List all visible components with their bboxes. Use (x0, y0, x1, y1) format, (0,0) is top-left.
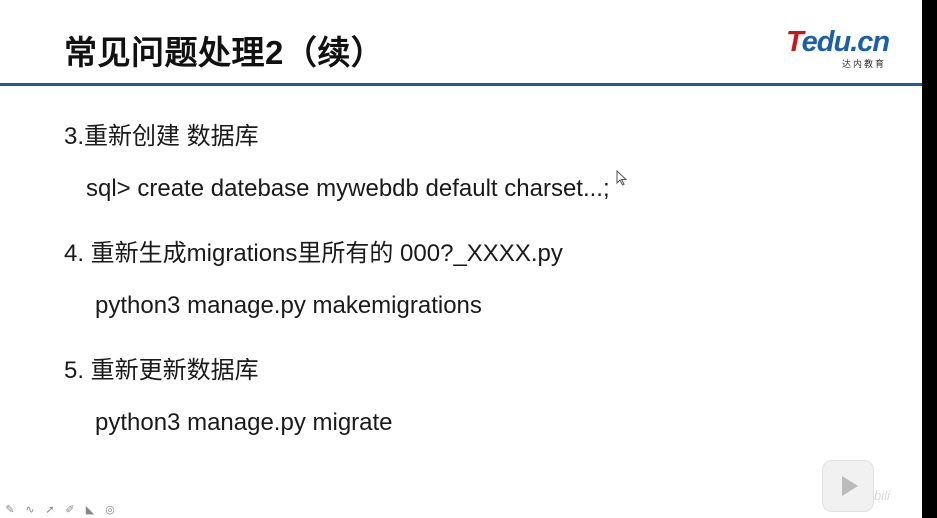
locate-icon[interactable]: ◎ (104, 504, 116, 516)
title-divider (0, 83, 922, 86)
annotation-toolbar: ✎ ∿ ➚ ✐ ◣ ◎ (4, 504, 116, 518)
play-button[interactable] (822, 460, 874, 512)
arrow-icon[interactable]: ➚ (44, 504, 56, 516)
curve-icon[interactable]: ∿ (24, 504, 36, 516)
play-icon (842, 476, 858, 496)
step-4-heading: 4. 重新生成migrations里所有的 000?_XXXX.py (64, 240, 563, 267)
mouse-cursor-icon (616, 170, 628, 186)
tedu-logo: Tedu.cn 达内教育 (786, 26, 902, 70)
logo-subtitle: 达内教育 (842, 59, 887, 69)
step-5-command: python3 manage.py migrate (95, 409, 393, 436)
logo-letter-t: T (786, 26, 803, 58)
slide: 常见问题处理2（续） Tedu.cn 达内教育 3.重新创建 数据库 sql> … (0, 0, 922, 518)
pen-icon[interactable]: ✎ (4, 504, 16, 516)
bilibili-watermark: bili (874, 488, 890, 503)
logo-wordmark: Tedu.cn (786, 26, 890, 58)
pointer-icon[interactable]: ✐ (64, 504, 76, 516)
step-3-command: sql> create datebase mywebdb default cha… (86, 175, 610, 202)
eraser-icon[interactable]: ◣ (84, 504, 96, 516)
step-5-heading: 5. 重新更新数据库 (64, 357, 259, 384)
slide-title: 常见问题处理2（续） (64, 34, 385, 71)
step-4-command: python3 manage.py makemigrations (95, 292, 482, 319)
logo-domain: edu.cn (801, 26, 890, 58)
step-3-heading: 3.重新创建 数据库 (64, 123, 259, 150)
window-edge (922, 0, 937, 518)
